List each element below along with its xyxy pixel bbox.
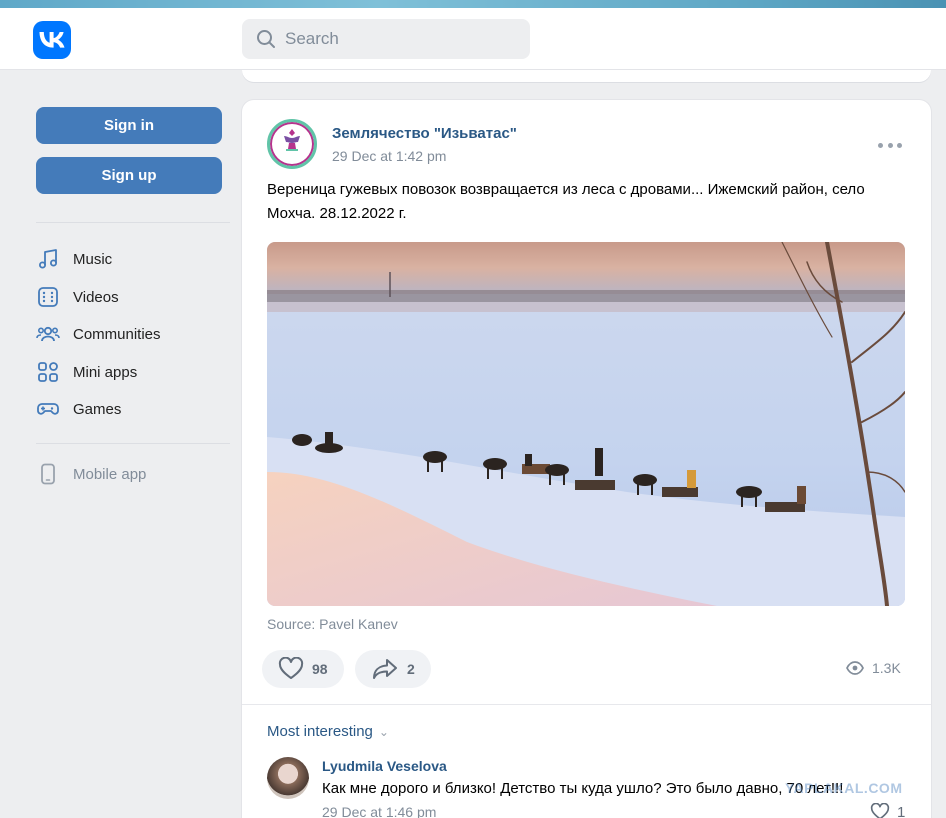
dot-icon — [887, 142, 893, 148]
post-source: Source: Pavel Kanev — [267, 616, 398, 632]
sidebar-item-mini-apps[interactable]: Mini apps — [36, 357, 137, 387]
chevron-down-icon: ⌄ — [378, 724, 389, 739]
comment-date[interactable]: 29 Dec at 1:46 pm — [322, 804, 436, 818]
phone-icon — [36, 462, 60, 486]
comments-divider — [242, 704, 931, 705]
heart-icon — [278, 657, 304, 679]
sidebar-item-music[interactable]: Music — [36, 244, 112, 274]
music-icon — [36, 247, 60, 271]
like-button[interactable]: 98 — [262, 650, 344, 688]
share-arrow-icon — [373, 659, 397, 679]
dot-icon — [897, 142, 902, 148]
post-text: Вереница гужевых повозок возвращается из… — [267, 181, 865, 222]
post-author-link[interactable]: Землячество "Изьватас" — [332, 125, 517, 142]
sign-up-button[interactable]: Sign up — [36, 157, 222, 194]
share-button[interactable]: 2 — [355, 650, 431, 688]
previous-post-card-edge — [242, 70, 931, 82]
views-count: 1.3K — [872, 660, 901, 676]
sidebar-item-label: Videos — [73, 288, 119, 306]
header — [0, 8, 946, 70]
search-icon — [257, 30, 275, 48]
sort-label: Most interesting — [267, 723, 373, 740]
mini-apps-icon — [36, 360, 60, 384]
community-logo-icon — [284, 129, 300, 151]
sidebar-item-label: Mini apps — [73, 363, 138, 381]
vk-logo-icon — [39, 32, 65, 48]
sidebar-divider — [36, 222, 230, 223]
views-counter: 1.3K — [846, 660, 901, 676]
sidebar-item-label: Games — [73, 400, 122, 418]
post-date[interactable]: 29 Dec at 1:42 pm — [332, 148, 446, 164]
comment-author-link[interactable]: Lyudmila Veselova — [322, 758, 447, 774]
top-color-strip — [0, 0, 946, 8]
sidebar-item-label: Mobile app — [73, 465, 147, 483]
sign-in-button[interactable]: Sign in — [36, 107, 222, 144]
watermark: YAPLAKAL.COM — [785, 780, 903, 796]
sidebar-item-label: Communities — [73, 325, 161, 343]
gamepad-icon — [36, 397, 60, 421]
sidebar-item-videos[interactable]: Videos — [36, 282, 119, 312]
search-input[interactable] — [285, 29, 515, 49]
sidebar-item-games[interactable]: Games — [36, 394, 121, 424]
comment-like-button[interactable]: 1 — [870, 803, 905, 818]
communities-icon — [36, 322, 60, 346]
sidebar-item-label: Music — [73, 250, 113, 268]
vk-logo[interactable] — [33, 21, 71, 59]
post-photo[interactable] — [267, 242, 905, 606]
sidebar-item-communities[interactable]: Communities — [36, 319, 161, 349]
more-options-button[interactable] — [878, 138, 902, 152]
dot-icon — [878, 142, 883, 148]
like-count: 98 — [312, 661, 328, 677]
share-count: 2 — [407, 661, 415, 677]
community-avatar[interactable] — [267, 119, 317, 169]
eye-icon — [846, 661, 864, 675]
sidebar-item-mobile-app[interactable]: Mobile app — [36, 459, 146, 489]
post-card: Землячество "Изьватас" 29 Dec at 1:42 pm… — [242, 100, 931, 818]
comment-text: Как мне дорого и близко! Детство ты куда… — [322, 780, 844, 797]
comments-sort-dropdown[interactable]: Most interesting ⌄ — [267, 723, 389, 740]
heart-icon — [870, 803, 890, 818]
sidebar-divider — [36, 443, 230, 444]
winter-sled-caravan-photo — [267, 242, 905, 606]
commenter-avatar[interactable] — [267, 757, 309, 799]
comment-like-count: 1 — [897, 803, 906, 818]
search-bar[interactable] — [242, 19, 530, 59]
video-icon — [36, 285, 60, 309]
